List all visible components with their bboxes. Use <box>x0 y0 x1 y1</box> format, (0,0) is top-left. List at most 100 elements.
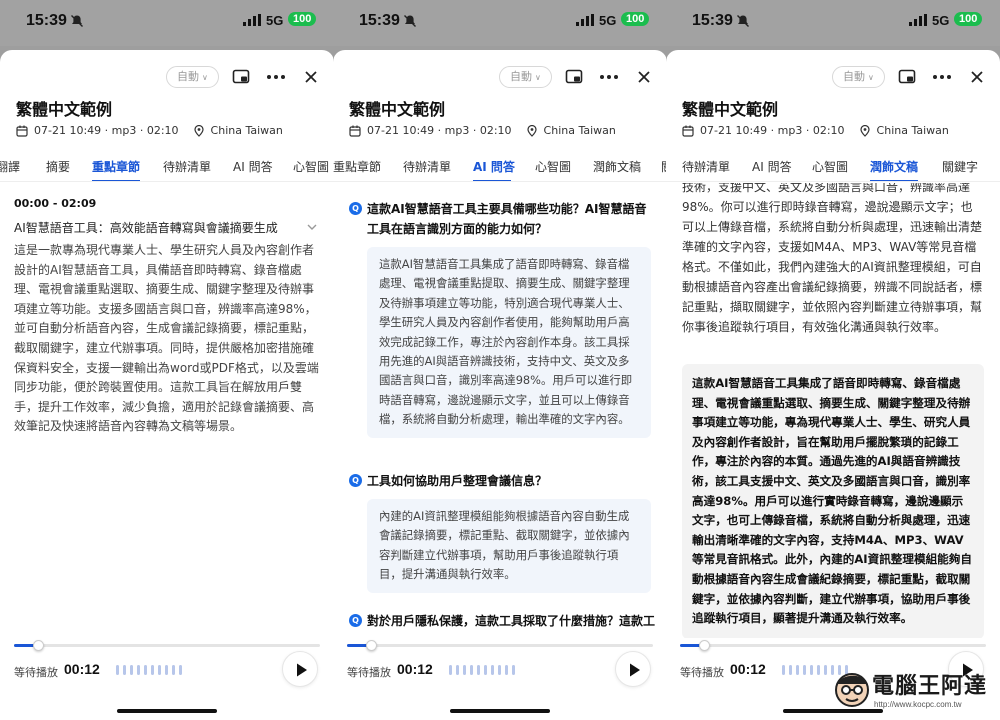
battery-badge: 100 <box>954 12 983 26</box>
mute-bell-icon <box>71 15 83 27</box>
progress-slider[interactable] <box>347 640 653 651</box>
signal-icon <box>243 14 261 26</box>
auto-label: 自動 <box>177 70 199 83</box>
feature-tabs: 待辦清單 AI 問答 心智圖 潤飾文稿 關鍵字 <box>666 150 1000 182</box>
recording-title: 繁體中文範例 <box>349 100 446 119</box>
tab-keywords[interactable]: 關鍵字 <box>942 158 978 175</box>
audio-player: 等待播放 00:12 <box>0 638 334 720</box>
recording-meta: 07-21 10:49 · mp3 · 02:10 China Taiwan <box>682 124 949 137</box>
more-icon[interactable] <box>931 68 953 86</box>
tab-chapters[interactable]: 重點章節 <box>92 158 140 175</box>
tab-mindmap[interactable]: 心智圖 <box>535 158 571 175</box>
wait-label: 等待播放 <box>14 666 58 679</box>
original-text: 技術，支援中文、英文及多國語言與口音，辨識率高達98%。你可以進行即時錄音轉寫，… <box>682 183 983 334</box>
tab-chapters[interactable]: 重點章節 <box>333 158 381 175</box>
recording-meta: 07-21 10:49 · mp3 · 02:10 China Taiwan <box>349 124 616 137</box>
question-label: 工具如何協助用戶整理會議信息？ <box>367 474 548 488</box>
status-time: 15:39 <box>26 12 67 29</box>
recording-meta: 07-21 10:49 · mp3 · 02:10 China Taiwan <box>16 124 283 137</box>
play-button[interactable] <box>615 651 651 687</box>
auto-label: 自動 <box>843 70 865 83</box>
tab-todo[interactable]: 待辦清單 <box>682 158 730 175</box>
location-pin-icon <box>859 124 870 137</box>
location-pin-icon <box>526 124 537 137</box>
auto-language-dropdown[interactable]: 自動 ∨ <box>499 66 552 88</box>
auto-language-dropdown[interactable]: 自動 ∨ <box>166 66 219 88</box>
question-text: Q 這款AI智慧語音工具主要具備哪些功能？AI智慧語音工具在語言識別方面的能力如何… <box>349 199 651 239</box>
play-button[interactable] <box>282 651 318 687</box>
question-badge-icon: Q <box>349 474 362 487</box>
location-label: China Taiwan <box>210 124 283 137</box>
tab-polish[interactable]: 潤飾文稿 <box>870 158 918 175</box>
active-tab-indicator <box>870 180 918 181</box>
mascot-logo-icon <box>835 673 869 707</box>
battery-badge: 100 <box>288 12 317 26</box>
more-icon[interactable] <box>598 68 620 86</box>
location-pin-icon <box>193 124 204 137</box>
current-time: 00:12 <box>64 661 100 677</box>
play-icon <box>297 663 307 677</box>
progress-slider[interactable] <box>680 640 986 651</box>
current-time: 00:12 <box>730 661 766 677</box>
ai-qa-content: Q 這款AI智慧語音工具主要具備哪些功能？AI智慧語音工具在語言識別方面的能力如何… <box>333 183 667 638</box>
close-icon[interactable] <box>968 68 986 86</box>
network-label: 5G <box>932 13 950 28</box>
waveform-icon <box>116 665 182 675</box>
answer-text: 這款AI智慧語音工具集成了語音即時轉寫、錄音檔處理、電視會議重點提取、摘要生成、… <box>367 247 651 438</box>
tab-ai-qa[interactable]: AI 問答 <box>473 158 515 175</box>
site-watermark: 電腦王阿達 http://www.kocpc.com.tw <box>828 664 1000 720</box>
picture-in-picture-icon[interactable] <box>565 68 583 86</box>
watermark-text: 電腦王阿達 <box>872 674 988 699</box>
picture-in-picture-icon[interactable] <box>898 68 916 86</box>
recording-sheet: 自動 ∨ 繁體中文範例 07-21 10:49 · mp3 · 02:10 Chi… <box>0 50 334 720</box>
question-badge-icon: Q <box>349 202 362 215</box>
more-icon[interactable] <box>265 68 287 86</box>
calendar-icon <box>16 125 28 137</box>
tab-summary[interactable]: 摘要 <box>46 158 70 175</box>
play-icon <box>630 663 640 677</box>
progress-slider[interactable] <box>14 640 320 651</box>
phone-screen-3: 15:39 5G 100 自動 ∨ 繁體中文範例 07-21 10:49 · mp… <box>666 0 1000 720</box>
tab-todo[interactable]: 待辦清單 <box>403 158 451 175</box>
chapters-content: 00:00 - 02:09 AI智慧語音工具：高效能語音轉寫與會議摘要生成 這是… <box>0 183 334 638</box>
current-time: 00:12 <box>397 661 433 677</box>
tab-mindmap[interactable]: 心智圖 <box>812 158 848 175</box>
phone-screen-1: 15:39 5G 100 自動 ∨ 繁體中文範例 07-21 10:49 · mp… <box>0 0 334 720</box>
progress-knob[interactable] <box>366 640 378 651</box>
mute-bell-icon <box>737 15 749 27</box>
auto-language-dropdown[interactable]: 自動 ∨ <box>832 66 885 88</box>
location-label: China Taiwan <box>543 124 616 137</box>
chevron-down-icon[interactable] <box>306 221 318 233</box>
progress-knob[interactable] <box>699 640 711 651</box>
tab-ai-qa[interactable]: AI 問答 <box>233 158 273 175</box>
tab-translate[interactable]: 翻譯 <box>0 158 20 175</box>
polished-text: 這款AI智慧語音工具集成了語音即時轉寫、錄音檔處理、電視會議重點選取、摘要生成、… <box>682 364 984 638</box>
wait-label: 等待播放 <box>347 666 391 679</box>
battery-badge: 100 <box>621 12 650 26</box>
recording-sheet: 自動 ∨ 繁體中文範例 07-21 10:49 · mp3 · 02:10 Chi… <box>666 50 1000 720</box>
close-icon[interactable] <box>635 68 653 86</box>
recording-title: 繁體中文範例 <box>682 100 779 119</box>
chevron-down-icon: ∨ <box>202 73 208 82</box>
picture-in-picture-icon[interactable] <box>232 68 250 86</box>
chapter-title[interactable]: AI智慧語音工具：高效能語音轉寫與會議摘要生成 <box>14 219 300 236</box>
feature-tabs: 重點章節 待辦清單 AI 問答 心智圖 潤飾文稿 關 <box>333 150 667 182</box>
status-time: 15:39 <box>692 12 733 29</box>
close-icon[interactable] <box>302 68 320 86</box>
mute-bell-icon <box>404 15 416 27</box>
chapter-body: 這是一款專為現代專業人士、學生研究人員及內容創作者設計的AI智慧語音工具，具備語… <box>14 243 319 434</box>
home-indicator <box>117 709 217 713</box>
polish-content: 技術，支援中文、英文及多國語言與口音，辨識率高達98%。你可以進行即時錄音轉寫，… <box>666 183 1000 638</box>
question-label: 這款AI智慧語音工具主要具備哪些功能？AI智慧語音工具在語言識別方面的能力如何？ <box>367 202 647 236</box>
question-text: Q 工具如何協助用戶整理會議信息？ <box>349 471 651 491</box>
tab-polish[interactable]: 潤飾文稿 <box>593 158 641 175</box>
tab-ai-qa[interactable]: AI 問答 <box>752 158 792 175</box>
tab-mindmap[interactable]: 心智圖 <box>293 158 329 175</box>
signal-icon <box>576 14 594 26</box>
question-badge-icon: Q <box>349 614 362 627</box>
progress-knob[interactable] <box>33 640 45 651</box>
tab-todo[interactable]: 待辦清單 <box>163 158 211 175</box>
status-bar: 15:39 5G 100 <box>333 0 667 46</box>
date-meta: 07-21 10:49 · mp3 · 02:10 <box>367 124 512 137</box>
question-label: 對於用戶隱私保護，這款工具採取了什麼措施？這款工 <box>367 614 656 628</box>
